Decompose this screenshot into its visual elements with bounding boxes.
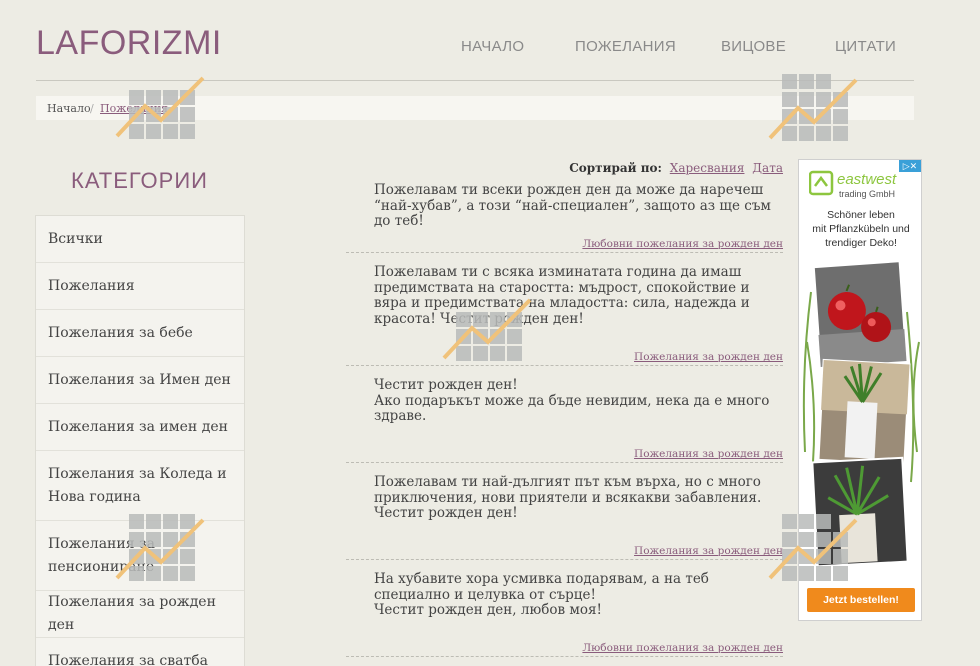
category-item[interactable]: Пожелания за сватба: [36, 638, 244, 666]
category-item[interactable]: Пожелания за Имен ден: [36, 357, 244, 404]
post-text: Пожелавам ти всеки рожден ден да може да…: [374, 182, 771, 229]
post-category-link[interactable]: Пожелания за рожден ден: [634, 351, 783, 363]
watermark-chart-icon: [768, 72, 858, 148]
post-text: На хубавите хора усмивка подарявам, а на…: [374, 571, 709, 618]
post-category-link[interactable]: Пожелания за рожден ден: [634, 545, 783, 557]
post-card: Пожелавам ти с всяка изминатата година д…: [346, 264, 783, 366]
sort-by-date[interactable]: Дата: [752, 161, 783, 175]
watermark-chart-icon: [115, 70, 205, 146]
post-text: Пожелавам ти с всяка изминатата година д…: [374, 264, 750, 327]
nav-home[interactable]: НАЧАЛО: [461, 38, 524, 55]
nav-wishes[interactable]: ПОЖЕЛАНИЯ: [575, 38, 676, 55]
categories-title: КАТЕГОРИИ: [71, 168, 208, 193]
category-item[interactable]: Пожелания: [36, 263, 244, 310]
post-category-link[interactable]: Любовни пожелания за рожден ден: [582, 642, 783, 654]
post-divider: [346, 656, 783, 657]
post-divider: [346, 462, 783, 463]
category-item[interactable]: Пожелания за рожден ден: [36, 591, 244, 638]
category-item[interactable]: Всички: [36, 216, 244, 263]
breadcrumb-home[interactable]: Начало: [47, 102, 91, 115]
breadcrumb-separator: /: [90, 102, 94, 115]
post-category-link[interactable]: Любовни пожелания за рожден ден: [582, 238, 783, 250]
post-category-link[interactable]: Пожелания за рожден ден: [634, 448, 783, 460]
category-item[interactable]: Пожелания за бебе: [36, 310, 244, 357]
watermark-chart-icon: [768, 512, 858, 588]
nav-quotes[interactable]: ЦИТАТИ: [835, 38, 896, 55]
category-list: Всички Пожелания Пожелания за бебе Пожел…: [35, 215, 245, 666]
post-card: Пожелавам ти всеки рожден ден да може да…: [346, 182, 783, 253]
ad-cta-button[interactable]: Jetzt bestellen!: [807, 588, 915, 612]
sort-bar: Сортирай по: Харесвания Дата: [569, 161, 783, 175]
category-item[interactable]: Пожелания за Коледа и Нова година: [36, 451, 244, 521]
category-item[interactable]: Пожелания за имен ден: [36, 404, 244, 451]
nav-jokes[interactable]: ВИЦОВЕ: [721, 38, 786, 55]
post-text: Пожелавам ти най-дългият път към върха, …: [374, 474, 762, 521]
post-card: Честит рожден ден! Ако подаръкът може да…: [346, 377, 783, 463]
sort-label: Сортирай по:: [569, 161, 662, 175]
watermark-chart-icon: [442, 292, 532, 368]
ad-text: Schöner leben mit Pflanzkübeln und trend…: [812, 209, 910, 249]
ad-brand-bottom: trading GmbH: [839, 189, 895, 199]
post-card: Пожелавам ти най-дългият път към върха, …: [346, 474, 783, 560]
watermark-chart-icon: [115, 512, 205, 588]
post-divider: [346, 559, 783, 560]
post-divider: [346, 365, 783, 366]
ad-brand-top: eastwest: [837, 171, 897, 188]
sort-by-likes[interactable]: Харесвания: [670, 161, 745, 175]
site-logo[interactable]: LAFORIZMI: [36, 24, 222, 63]
post-divider: [346, 252, 783, 253]
post-card: На хубавите хора усмивка подарявам, а на…: [346, 571, 783, 657]
eastwest-logo: eastwest trading GmbH: [809, 170, 897, 199]
post-text: Честит рожден ден! Ако подаръкът може да…: [374, 377, 770, 424]
